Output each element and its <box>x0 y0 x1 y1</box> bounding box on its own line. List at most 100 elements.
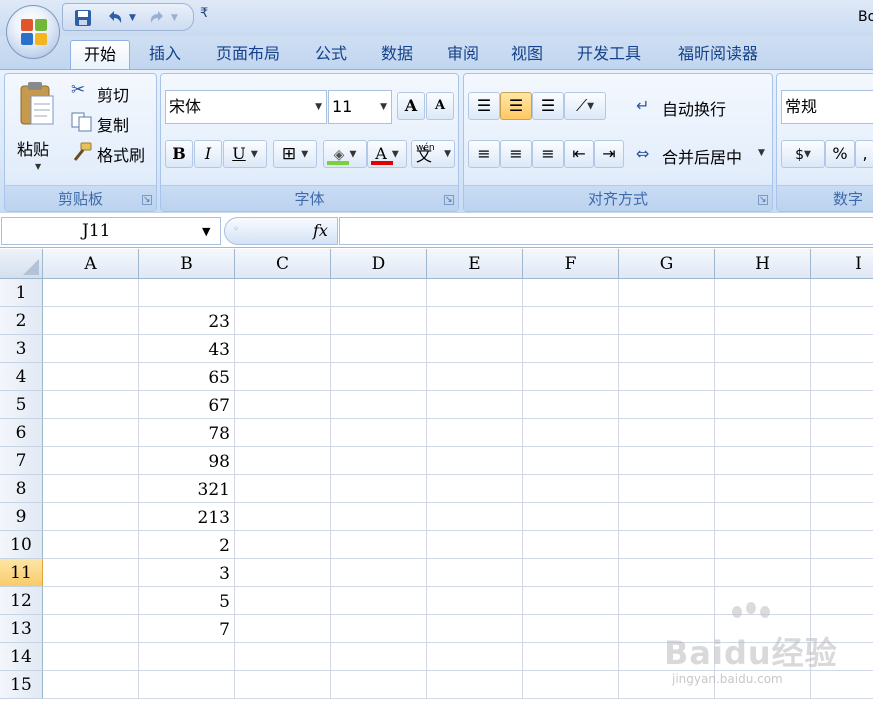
cell-e3[interactable] <box>427 335 523 363</box>
cell-h6[interactable] <box>715 419 811 447</box>
redo-dropdown-icon[interactable]: ▼ <box>171 8 178 28</box>
cell-e8[interactable] <box>427 475 523 503</box>
cell-i11[interactable] <box>811 559 873 587</box>
column-header-b[interactable]: B <box>139 249 235 279</box>
cell-b3[interactable]: 43 <box>139 335 235 363</box>
save-icon[interactable] <box>73 8 93 28</box>
column-header-d[interactable]: D <box>331 249 427 279</box>
cell-h5[interactable] <box>715 391 811 419</box>
cell-i9[interactable] <box>811 503 873 531</box>
cell-a12[interactable] <box>43 587 139 615</box>
comma-style-button[interactable]: , <box>855 140 873 168</box>
cell-c5[interactable] <box>235 391 331 419</box>
cell-g9[interactable] <box>619 503 715 531</box>
cell-e6[interactable] <box>427 419 523 447</box>
cell-i10[interactable] <box>811 531 873 559</box>
font-name-select[interactable]: 宋体 ▼ <box>165 90 327 124</box>
cell-a4[interactable] <box>43 363 139 391</box>
cell-c13[interactable] <box>235 615 331 643</box>
cell-g3[interactable] <box>619 335 715 363</box>
undo-icon[interactable] <box>105 8 125 28</box>
cell-e4[interactable] <box>427 363 523 391</box>
cell-c2[interactable] <box>235 307 331 335</box>
cell-a8[interactable] <box>43 475 139 503</box>
column-header-c[interactable]: C <box>235 249 331 279</box>
cell-c6[interactable] <box>235 419 331 447</box>
cell-a6[interactable] <box>43 419 139 447</box>
row-header-7[interactable]: 7 <box>0 447 43 475</box>
cell-h7[interactable] <box>715 447 811 475</box>
cell-e13[interactable] <box>427 615 523 643</box>
format-painter-button[interactable]: 格式刷 <box>69 140 155 165</box>
align-right-button[interactable]: ≡ <box>532 140 564 168</box>
tab-data[interactable]: 数据 <box>368 40 426 70</box>
tab-home[interactable]: 开始 <box>70 40 130 70</box>
cell-d11[interactable] <box>331 559 427 587</box>
cell-b8[interactable]: 321 <box>139 475 235 503</box>
formula-input[interactable] <box>339 217 873 245</box>
align-bottom-button[interactable]: ☰ <box>532 92 564 120</box>
paste-button[interactable]: 粘贴 ▼ <box>11 78 65 178</box>
cell-a1[interactable] <box>43 279 139 307</box>
tab-page-layout[interactable]: 页面布局 <box>204 40 292 70</box>
cell-a5[interactable] <box>43 391 139 419</box>
row-header-11[interactable]: 11 <box>0 559 43 587</box>
wrap-text-button[interactable]: ↵ 自动换行 <box>634 94 766 122</box>
row-header-3[interactable]: 3 <box>0 335 43 363</box>
cell-f5[interactable] <box>523 391 619 419</box>
name-box[interactable]: J11 ▼ <box>1 217 221 245</box>
copy-button[interactable]: 复制 <box>69 110 155 135</box>
cell-i2[interactable] <box>811 307 873 335</box>
cut-button[interactable]: ✂ 剪切 <box>69 80 155 105</box>
cell-a10[interactable] <box>43 531 139 559</box>
cell-c1[interactable] <box>235 279 331 307</box>
cell-a2[interactable] <box>43 307 139 335</box>
cell-e10[interactable] <box>427 531 523 559</box>
cell-d6[interactable] <box>331 419 427 447</box>
row-header-9[interactable]: 9 <box>0 503 43 531</box>
cell-b7[interactable]: 98 <box>139 447 235 475</box>
cell-b6[interactable]: 78 <box>139 419 235 447</box>
cell-c7[interactable] <box>235 447 331 475</box>
cell-b10[interactable]: 2 <box>139 531 235 559</box>
cell-h10[interactable] <box>715 531 811 559</box>
cell-f4[interactable] <box>523 363 619 391</box>
cell-f10[interactable] <box>523 531 619 559</box>
cell-i4[interactable] <box>811 363 873 391</box>
cell-d14[interactable] <box>331 643 427 671</box>
cell-f12[interactable] <box>523 587 619 615</box>
cell-f13[interactable] <box>523 615 619 643</box>
align-left-button[interactable]: ≡ <box>468 140 500 168</box>
cell-d13[interactable] <box>331 615 427 643</box>
cell-i8[interactable] <box>811 475 873 503</box>
cell-b5[interactable]: 67 <box>139 391 235 419</box>
orientation-button[interactable]: ⟋▼ <box>564 92 606 120</box>
cell-e7[interactable] <box>427 447 523 475</box>
cell-a13[interactable] <box>43 615 139 643</box>
cell-b4[interactable]: 65 <box>139 363 235 391</box>
row-header-1[interactable]: 1 <box>0 279 43 307</box>
column-header-a[interactable]: A <box>43 249 139 279</box>
borders-button[interactable]: ⊞ ▼ <box>273 140 317 168</box>
splitter-handle-icon[interactable]: ◦ <box>233 224 239 235</box>
cell-h4[interactable] <box>715 363 811 391</box>
alignment-launcher-icon[interactable]: ↘ <box>758 195 768 205</box>
cell-a3[interactable] <box>43 335 139 363</box>
insert-function-icon[interactable]: fx <box>313 221 328 240</box>
italic-button[interactable]: I <box>194 140 222 168</box>
cell-d1[interactable] <box>331 279 427 307</box>
row-header-4[interactable]: 4 <box>0 363 43 391</box>
cell-d4[interactable] <box>331 363 427 391</box>
align-middle-button[interactable]: ☰ <box>500 92 532 120</box>
font-size-select[interactable]: 11 ▼ <box>328 90 392 124</box>
shrink-font-button[interactable]: A <box>426 92 454 120</box>
cell-b9[interactable]: 213 <box>139 503 235 531</box>
cell-c14[interactable] <box>235 643 331 671</box>
cell-c11[interactable] <box>235 559 331 587</box>
cell-e11[interactable] <box>427 559 523 587</box>
undo-dropdown-icon[interactable]: ▼ <box>129 8 136 28</box>
cell-g5[interactable] <box>619 391 715 419</box>
cell-f7[interactable] <box>523 447 619 475</box>
cell-i5[interactable] <box>811 391 873 419</box>
cell-f9[interactable] <box>523 503 619 531</box>
